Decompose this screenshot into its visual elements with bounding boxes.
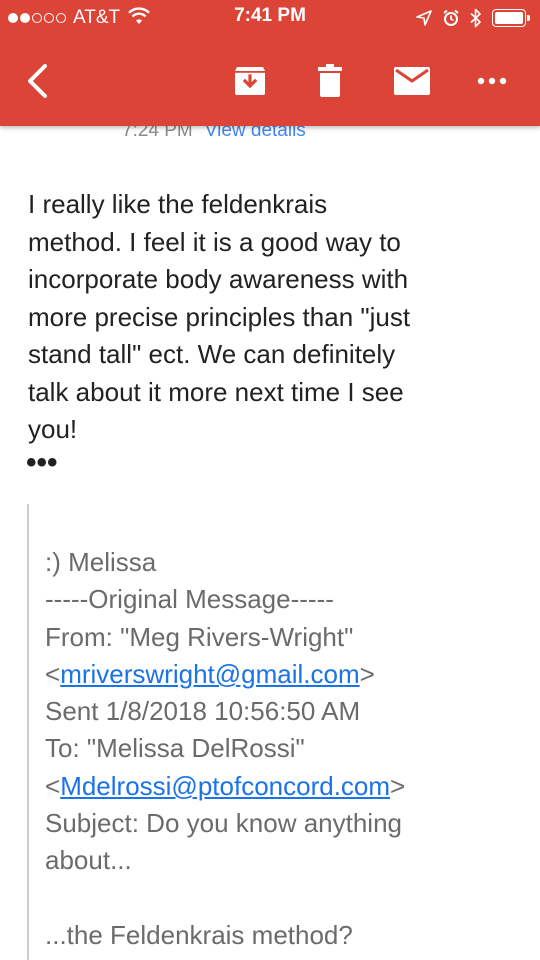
delete-button[interactable]: [308, 58, 352, 104]
quote-from: From: "Meg Rivers-Wright": [45, 621, 354, 652]
more-horizontal-icon: [477, 77, 507, 85]
app-header: AT&T 7:41 PM: [0, 0, 540, 126]
more-options-button[interactable]: [470, 58, 514, 104]
quote-from-email-line: <mriverswright@gmail.com>: [45, 656, 525, 693]
bluetooth-icon: [470, 8, 481, 28]
bracket-close: >: [359, 658, 375, 689]
email-body: I really like the feldenkrais method. I …: [28, 189, 411, 444]
quote-body-line: ...the Feldenkrais method?: [45, 919, 353, 950]
to-email-link[interactable]: Mdelrossi@ptofconcord.com: [60, 771, 390, 801]
bracket-close: >: [390, 770, 406, 801]
bracket-open: <: [45, 770, 61, 801]
battery-icon: [492, 9, 532, 27]
archive-icon: [235, 67, 265, 95]
quote-divider: [27, 504, 29, 960]
email-screen: 7:24 PM View details I really like the fe…: [0, 0, 540, 960]
chevron-left-icon: [28, 64, 47, 98]
show-trimmed-content-button[interactable]: •••: [26, 448, 58, 478]
quoted-message: :) Melissa -----Original Message----- Fr…: [45, 544, 525, 954]
mark-unread-button[interactable]: [388, 58, 436, 104]
trash-icon: [318, 64, 342, 97]
bracket-open: <: [45, 658, 61, 689]
alarm-icon: [443, 9, 459, 26]
from-email-link[interactable]: mriverswright@gmail.com: [60, 659, 359, 689]
toolbar: [0, 36, 540, 126]
archive-button[interactable]: [228, 58, 272, 104]
back-button[interactable]: [18, 58, 58, 104]
location-arrow-icon: [416, 10, 432, 26]
status-icons: [406, 6, 532, 30]
quote-sent: Sent 1/8/2018 10:56:50 AM: [45, 696, 361, 727]
quote-to: To: "Melissa DelRossi": [45, 733, 305, 764]
quote-subject-cont: about...: [45, 845, 132, 876]
quote-subject: Subject: Do you know anything: [45, 808, 402, 839]
status-bar: AT&T 7:41 PM: [0, 0, 540, 36]
envelope-icon: [394, 67, 430, 95]
email-content: 7:24 PM View details I really like the fe…: [0, 0, 540, 960]
quote-spacer: [45, 880, 525, 917]
original-message-header: -----Original Message-----: [45, 584, 334, 615]
quote-to-email-line: <Mdelrossi@ptofconcord.com>: [45, 768, 525, 805]
quote-signoff: :) Melissa: [45, 547, 157, 577]
